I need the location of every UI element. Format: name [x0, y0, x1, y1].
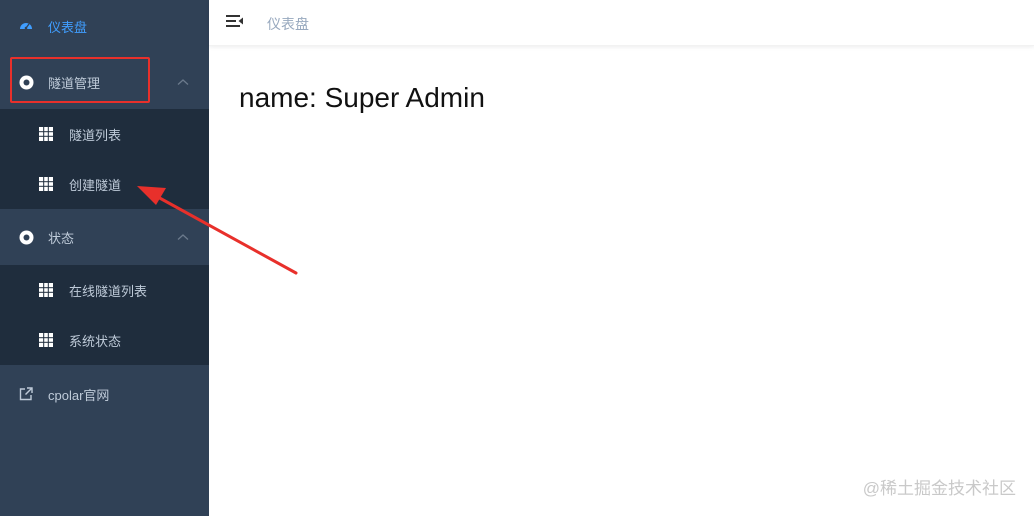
sidebar-item-system-status[interactable]: 系统状态: [0, 315, 209, 365]
sidebar-item-label: cpolar官网: [48, 387, 110, 403]
sidebar-item-dashboard[interactable]: 仪表盘: [0, 0, 209, 52]
navbar: 仪表盘: [209, 0, 1034, 46]
user-name-text: name: Super Admin: [239, 82, 485, 113]
watermark: @稀土掘金技术社区: [862, 479, 1016, 498]
sidebar-item-label: 隧道管理: [48, 75, 101, 91]
sidebar-item-create-tunnel[interactable]: 创建隧道: [0, 159, 209, 209]
circle-icon: [18, 74, 34, 90]
sidebar-item-tunnel-list[interactable]: 隧道列表: [0, 109, 209, 159]
sidebar-item-label: 创建隧道: [69, 177, 122, 193]
dashboard-icon: [18, 18, 34, 34]
sidebar-item-cpolar-website[interactable]: cpolar官网: [0, 368, 209, 420]
breadcrumb: 仪表盘: [267, 16, 309, 32]
grid-icon: [38, 176, 54, 192]
sidebar-item-label: 系统状态: [69, 333, 122, 349]
sidebar-item-status[interactable]: 状态: [0, 211, 209, 263]
chevron-up-icon: [177, 234, 189, 240]
grid-icon: [38, 282, 54, 298]
grid-icon: [38, 332, 54, 348]
sidebar-item-label: 状态: [48, 230, 75, 246]
external-link-icon: [18, 386, 34, 402]
sidebar-item-tunnel-management[interactable]: 隧道管理: [0, 56, 209, 108]
sidebar-item-label: 隧道列表: [69, 127, 122, 143]
grid-icon: [38, 126, 54, 142]
sidebar-item-online-tunnel-list[interactable]: 在线隧道列表: [0, 265, 209, 315]
sidebar: 仪表盘 隧道管理 隧道列表 创建隧道 状态 在线隧道列表 系统状态 cpolar…: [0, 0, 209, 516]
chevron-up-icon: [177, 79, 189, 85]
circle-icon: [18, 229, 34, 245]
hamburger-menu-icon[interactable]: [226, 14, 244, 30]
sidebar-item-label: 仪表盘: [48, 19, 88, 35]
sidebar-item-label: 在线隧道列表: [69, 283, 148, 299]
